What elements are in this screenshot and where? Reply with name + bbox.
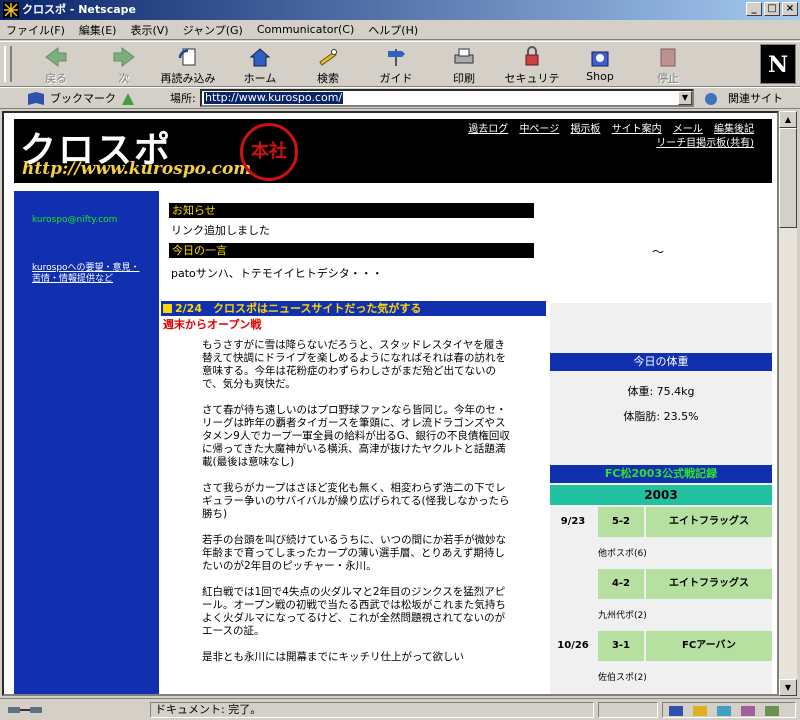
shop-button[interactable]: Shop <box>572 46 628 84</box>
sidebar-feedback-link[interactable]: kurospoへの要望・意見・苦情・情報提供など <box>32 263 142 285</box>
navigation-toolbar: 戻る 次 再読み込み ホーム 検索 ガイド 印刷 セキュリティ <box>0 41 800 101</box>
bookmark-icon[interactable] <box>26 91 46 107</box>
nav-bbs-link[interactable]: 掲示板 <box>570 124 600 135</box>
site-banner: クロスポ http://www.kurospo.com 本社 過去ログ 中ページ… <box>14 119 772 183</box>
left-sidebar: kurospo@nifty.com kurospoへの要望・意見・苦情・情報提供… <box>14 191 159 694</box>
nav-archive-link[interactable]: 過去ログ <box>468 124 508 135</box>
article-paragraph: さて春が待ち遠しいのはプロ野球ファンなら皆同じ。今年のセ・リーグは昨年の覇者タイ… <box>202 404 510 468</box>
printer-icon <box>454 48 474 64</box>
bodyfat-value: 体脂肪: 23.5% <box>623 410 699 423</box>
print-button[interactable]: 印刷 <box>436 46 492 85</box>
menu-help[interactable]: ヘルプ(H) <box>368 22 418 38</box>
bullet-square-icon <box>163 304 172 313</box>
bookmarks-button[interactable]: ブックマーク <box>50 91 116 107</box>
article-title: 2/24 クロスポはニュースサイトだった気がする <box>161 301 546 316</box>
nav-middle-page-link[interactable]: 中ページ <box>519 124 559 135</box>
netscape-app-icon <box>3 2 19 18</box>
season-year: 2003 <box>550 485 772 505</box>
status-bar: ドキュメント: 完了。 <box>0 698 800 720</box>
page-viewport: クロスポ http://www.kurospo.com 本社 過去ログ 中ページ… <box>2 111 779 696</box>
netscape-throbber-logo[interactable]: N <box>760 44 796 84</box>
article-body: もうさすがに雪は降らないだろうと、スタッドレスタイヤを履き替えて快調にドライブを… <box>202 339 512 677</box>
scroll-up-button[interactable]: ▲ <box>779 111 797 128</box>
sidebar-email-link[interactable]: kurospo@nifty.com <box>32 215 117 225</box>
article-paragraph: 紅白戦では1回で4失点の火ダルマと2年目のジンクスを猛烈アピール。オープン戦の初… <box>202 586 506 637</box>
related-sites-button[interactable]: 関連サイト <box>728 91 783 107</box>
location-label: 場所: <box>170 92 196 105</box>
notice-heading: お知らせ <box>169 203 534 218</box>
security-button[interactable]: セキュリティ <box>504 46 560 101</box>
lock-icon <box>525 46 539 66</box>
menu-edit[interactable]: 編集(E) <box>79 22 117 38</box>
article-paragraph: もうさすがに雪は降らないだろうと、スタッドレスタイヤを履き替えて快調にドライブを… <box>202 339 506 390</box>
related-sites-icon[interactable] <box>702 91 720 107</box>
guide-signpost-icon <box>388 49 405 66</box>
scroll-down-button[interactable]: ▼ <box>779 679 797 696</box>
search-button[interactable]: 検索 <box>300 46 356 85</box>
back-arrow-icon <box>45 47 67 67</box>
game-source[interactable]: 佐伯スポ(2) <box>598 670 647 683</box>
forward-arrow-icon <box>113 47 135 67</box>
weight-heading: 今日の体重 <box>550 353 772 371</box>
menu-go[interactable]: ジャンプ(G) <box>183 22 243 38</box>
url-dropdown-button[interactable]: ▼ <box>678 91 692 105</box>
fc-record-heading: FC松2003公式戦記録 <box>550 465 772 483</box>
search-icon <box>319 49 337 66</box>
menu-view[interactable]: 表示(V) <box>130 22 168 38</box>
maximize-button[interactable]: □ <box>764 2 780 16</box>
page-proxy-icon[interactable] <box>120 91 136 107</box>
minimize-button[interactable]: _ <box>746 2 762 16</box>
browser-window: クロスポ - Netscape _ □ × ファイル(F) 編集(E) 表示(V… <box>0 0 800 720</box>
stop-button[interactable]: 停止 <box>640 46 696 85</box>
toolbar-grip[interactable] <box>4 46 12 82</box>
guide-button[interactable]: ガイド <box>368 46 424 85</box>
security-status-cell <box>598 702 658 718</box>
forward-button[interactable]: 次 <box>96 46 152 85</box>
status-message: ドキュメント: 完了。 <box>150 702 594 718</box>
vertical-scrollbar[interactable]: ▲ ▼ <box>779 111 797 696</box>
article-paragraph: 若手の台頭を叫び続けているうちに、いつの間にか若手が微妙な年齢まで育ってしまった… <box>202 534 507 572</box>
window-title: クロスポ - Netscape <box>22 3 136 16</box>
quote-text: patoサンハ、トテモイイヒトデシタ・・・ <box>171 267 383 280</box>
game-source[interactable]: 九州代ポ(2) <box>598 608 647 621</box>
menu-communicator[interactable]: Communicator(C) <box>257 23 354 36</box>
menu-file[interactable]: ファイル(F) <box>6 22 65 38</box>
nav-editor-note-link[interactable]: 編集後記 <box>714 124 754 135</box>
stop-icon <box>660 48 676 67</box>
quote-heading: 今日の一言 <box>169 243 534 258</box>
close-button[interactable]: × <box>782 2 798 16</box>
article-paragraph: さて我らがカープはさほど変化も無く、相変わらず浩二の下でレギュラー争いのサバイバ… <box>202 482 510 520</box>
site-nav: 過去ログ 中ページ 掲示板 サイト案内 メール 編集後記 リーチ目掲示板(共有) <box>454 123 754 151</box>
scroll-thumb[interactable] <box>779 128 797 228</box>
navigator-icon[interactable] <box>669 705 789 717</box>
back-button[interactable]: 戻る <box>28 46 84 85</box>
notice-text: リンク追加しました <box>171 224 270 237</box>
game-source[interactable]: 他ポスポ(6) <box>598 546 647 559</box>
reload-icon <box>178 48 196 66</box>
url-input[interactable]: http://www.kurospo.com/ ▼ <box>200 89 694 107</box>
site-logo-url: http://www.kurospo.com <box>22 159 252 179</box>
url-text[interactable]: http://www.kurospo.com/ <box>204 92 344 104</box>
home-button[interactable]: ホーム <box>232 46 288 85</box>
weight-value: 体重: 75.4kg <box>627 385 695 398</box>
nav-site-guide-link[interactable]: サイト案内 <box>612 124 662 135</box>
connection-plug-icon <box>8 707 42 713</box>
tilde-mark: ～ <box>652 245 665 259</box>
home-icon <box>249 48 271 67</box>
stamp-logo: 本社 <box>240 123 298 181</box>
article-subtitle: 週末からオープン戦 <box>163 318 262 331</box>
title-bar: クロスポ - Netscape _ □ × <box>0 0 800 20</box>
nav-mail-link[interactable]: メール <box>673 124 703 135</box>
reload-button[interactable]: 再読み込み <box>160 46 216 85</box>
menu-bar: ファイル(F) 編集(E) 表示(V) ジャンプ(G) Communicator… <box>0 20 800 40</box>
article-paragraph: 是非とも永川には開幕までにキッチリ仕上がって欲しい <box>202 651 464 663</box>
shop-bag-icon <box>591 51 609 67</box>
component-bar <box>662 702 796 718</box>
nav-reach-bbs-link[interactable]: リーチ目掲示板(共有) <box>656 138 754 149</box>
